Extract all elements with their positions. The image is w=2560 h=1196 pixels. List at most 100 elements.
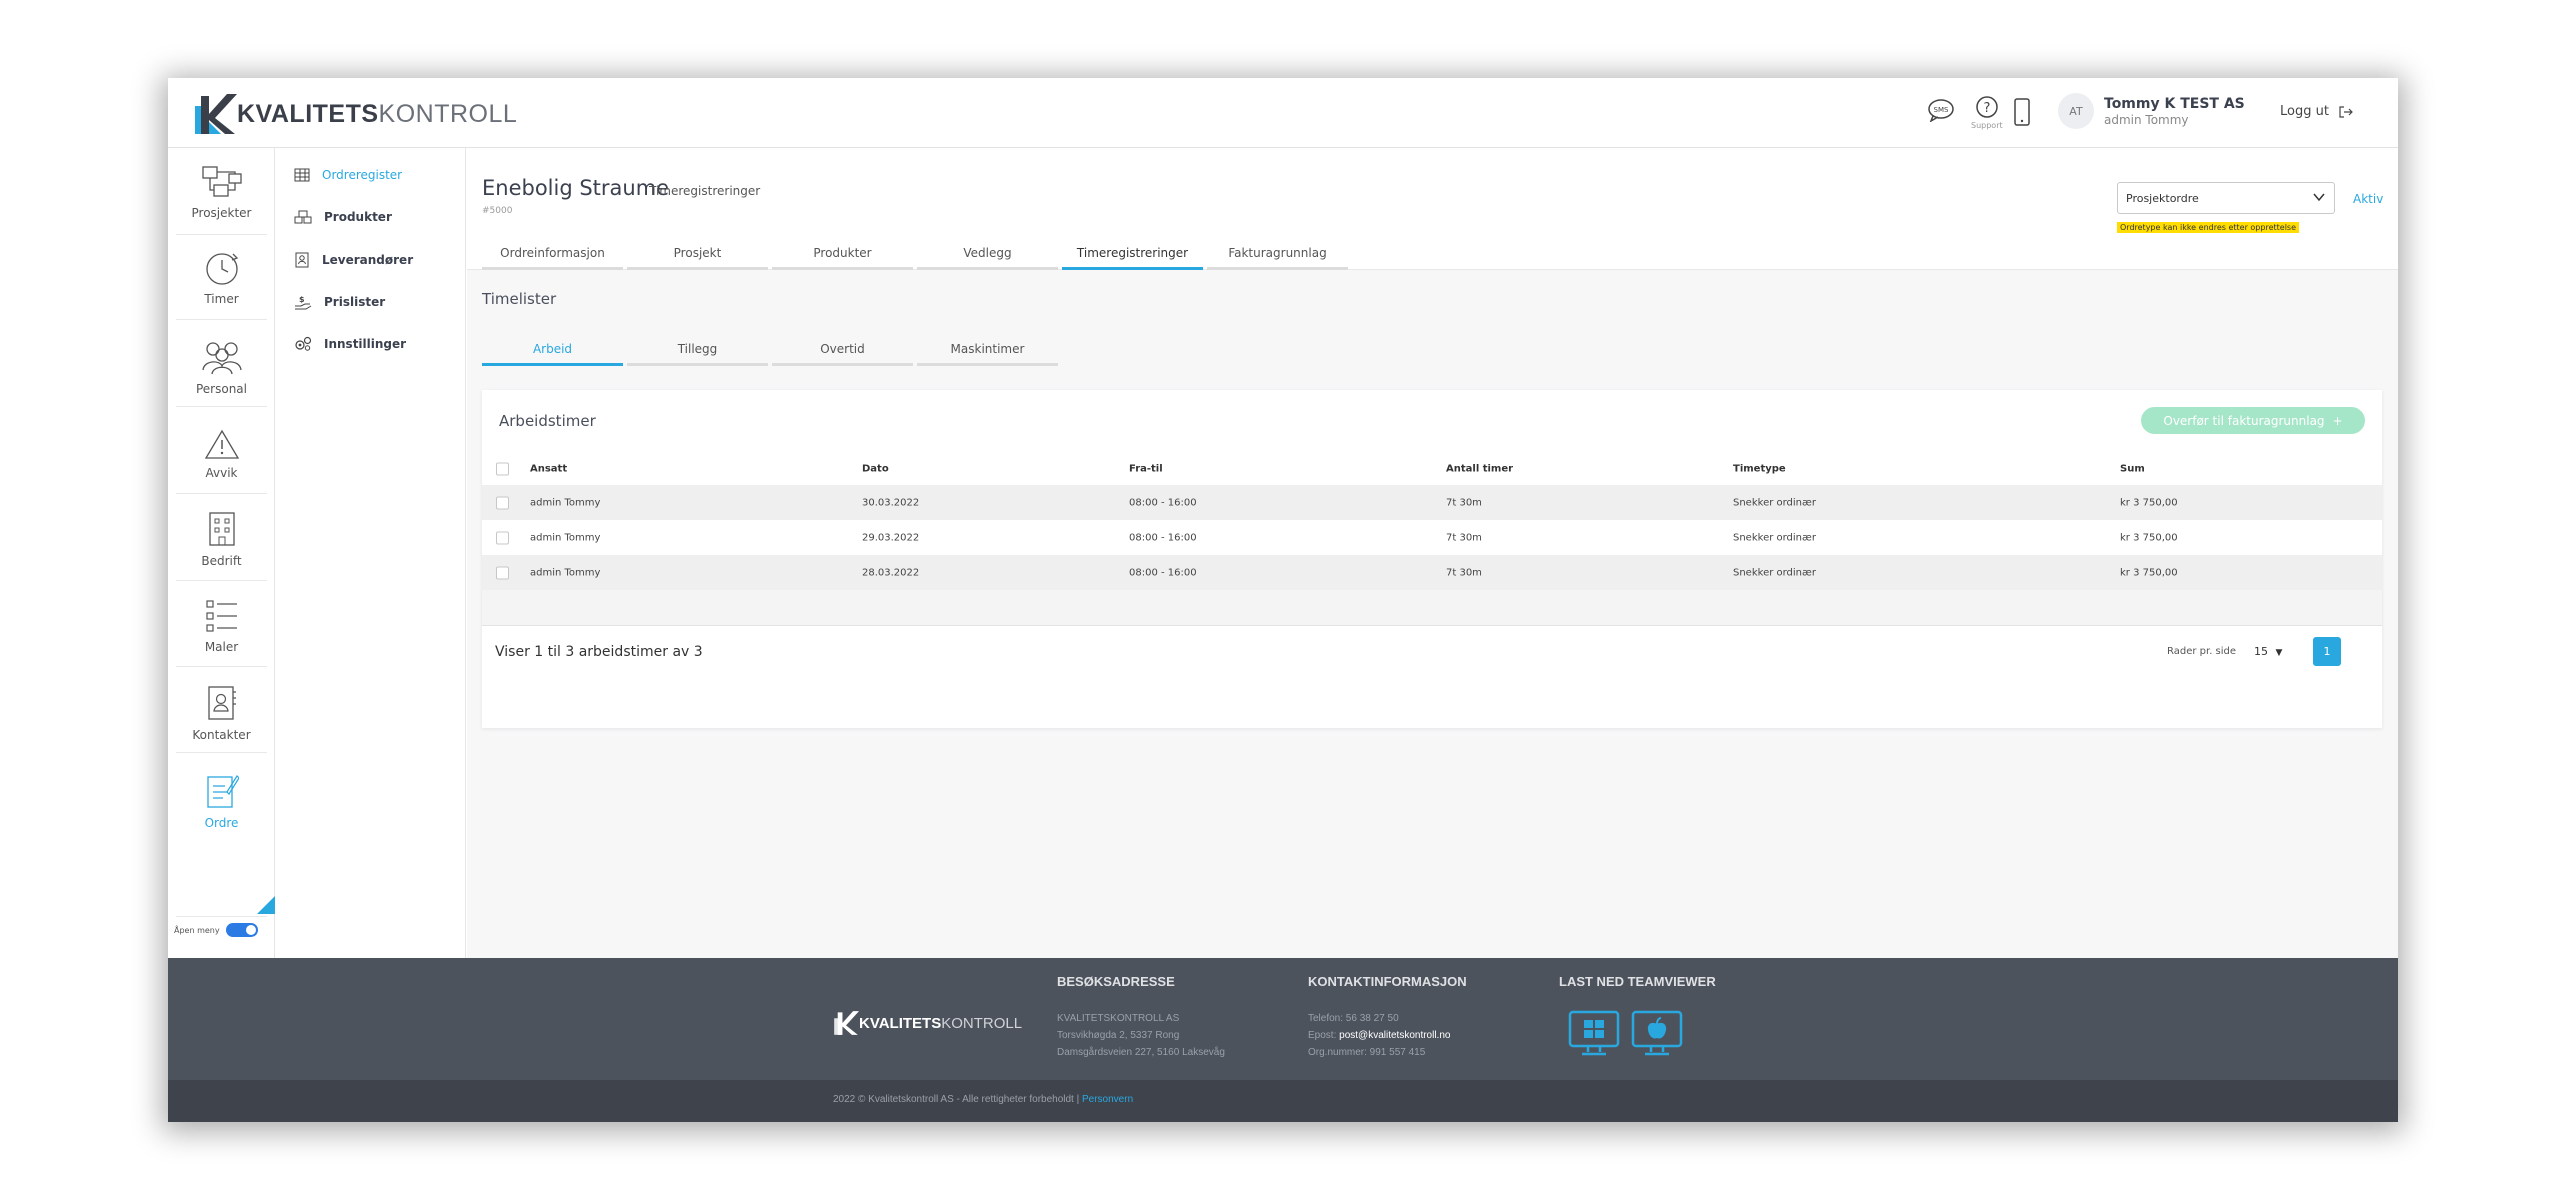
subtab-tillegg[interactable]: Tillegg — [627, 342, 768, 366]
org-number: Org.nummer: 991 557 415 — [1308, 1047, 1426, 1058]
subtab-arbeid[interactable]: Arbeid — [482, 342, 623, 366]
support-label: Support — [1971, 121, 2003, 130]
logout-button[interactable]: Logg ut — [2280, 104, 2353, 119]
table-row[interactable]: admin Tommy 30.03.2022 08:00 - 16:00 7t … — [482, 485, 2382, 520]
table-header: Ansatt Dato Fra-til Antall timer Timetyp… — [482, 458, 2382, 480]
cell-sum: kr 3 750,00 — [2120, 532, 2178, 543]
tab-ordreinformasjon[interactable]: Ordreinformasjon — [482, 244, 623, 270]
submenu-label: Ordreregister — [322, 168, 403, 182]
submenu-ordreregister[interactable]: Ordreregister — [294, 168, 402, 182]
cell-fra-til: 08:00 - 16:00 — [1129, 532, 1197, 543]
avatar: AT — [2058, 93, 2094, 129]
cell-fra-til: 08:00 - 16:00 — [1129, 497, 1197, 508]
row-checkbox[interactable] — [496, 566, 509, 579]
table-row[interactable]: admin Tommy 29.03.2022 08:00 - 16:00 7t … — [482, 520, 2382, 555]
logout-icon — [2339, 105, 2353, 118]
privacy-link[interactable]: Personvern — [1082, 1094, 1133, 1105]
row-checkbox[interactable] — [496, 531, 509, 544]
status-badge[interactable]: Aktiv — [2353, 192, 2383, 206]
user-menu[interactable]: AT Tommy K TEST AS admin Tommy — [2058, 93, 2245, 129]
rows-per-page-label: Rader pr. side — [2167, 646, 2237, 657]
windows-icon — [1568, 1010, 1620, 1056]
submenu-label: Prislister — [324, 295, 386, 309]
nav-avvik[interactable]: Avvik — [168, 428, 275, 480]
cell-timetype: Snekker ordinær — [1733, 497, 1816, 508]
cell-antall-timer: 7t 30m — [1446, 497, 1482, 508]
page-title: Enebolig Straume — [482, 176, 670, 200]
row-checkbox[interactable] — [496, 496, 509, 509]
visit-address: KVALITETSKONTROLL AS Torsvikhøgda 2, 533… — [1057, 1010, 1225, 1061]
nav-personal[interactable]: Personal — [168, 338, 275, 396]
people-icon — [201, 342, 242, 375]
clock-icon — [205, 253, 238, 285]
transfer-to-invoice-button[interactable]: Overfør til fakturagrunnlag + — [2141, 407, 2365, 434]
order-document-icon — [206, 775, 239, 808]
col-fra-til[interactable]: Fra-til — [1129, 464, 1163, 475]
tab-timeregistreringer[interactable]: Timeregistreringer — [1062, 244, 1203, 270]
support-button[interactable]: ? Support — [1971, 95, 2003, 130]
ordertype-warning: Ordretype kan ikke endres etter opprette… — [2117, 222, 2300, 233]
list-template-icon — [205, 600, 237, 632]
submenu-label: Leverandører — [322, 253, 414, 267]
footer-logo-bold: KVALITETS — [859, 1014, 942, 1032]
tab-produkter[interactable]: Produkter — [772, 244, 913, 270]
col-antall-timer[interactable]: Antall timer — [1446, 464, 1513, 475]
svg-text:SMS: SMS — [1934, 106, 1949, 114]
nav-maler[interactable]: Maler — [168, 598, 275, 654]
nav-prosjekter[interactable]: Prosjekter — [168, 164, 275, 220]
section-title: Timelister — [482, 290, 557, 308]
windows-download-button[interactable] — [1568, 1010, 1620, 1062]
nav-label: Bedrift — [201, 554, 242, 568]
sms-icon: SMS — [1928, 99, 1954, 123]
page-subtitle: Timeregistreringer — [649, 184, 761, 198]
subtab-maskintimer[interactable]: Maskintimer — [917, 342, 1058, 366]
sms-button[interactable]: SMS — [1927, 98, 1955, 126]
copyright-text: 2022 © Kvalitetskontroll AS - Alle retti… — [833, 1094, 1080, 1105]
rows-per-page-select[interactable]: 15 ▼ — [2254, 645, 2282, 658]
nav-label: Prosjekter — [191, 206, 252, 220]
col-timetype[interactable]: Timetype — [1733, 464, 1786, 475]
select-all-checkbox[interactable] — [496, 462, 509, 476]
ordertype-select[interactable]: Prosjektordre — [2117, 182, 2335, 214]
col-dato[interactable]: Dato — [862, 464, 889, 475]
nav-label: Timer — [204, 292, 239, 306]
col-sum[interactable]: Sum — [2120, 464, 2145, 475]
subtab-overtid[interactable]: Overtid — [772, 342, 913, 366]
sitemap-icon — [201, 166, 242, 197]
col-ansatt[interactable]: Ansatt — [530, 464, 567, 475]
nav-timer[interactable]: Timer — [168, 250, 275, 306]
submenu-produkter[interactable]: Produkter — [294, 210, 392, 224]
email-link[interactable]: post@kvalitetskontroll.no — [1339, 1030, 1450, 1041]
nav-label: Maler — [204, 640, 239, 654]
user-name: admin Tommy — [2104, 112, 2189, 127]
nav-kontakter[interactable]: Kontakter — [168, 684, 275, 742]
top-bar: KVALITETS KONTROLL SMS ? Support AT Tomm… — [168, 78, 2398, 148]
tab-prosjekt[interactable]: Prosjekt — [627, 244, 768, 270]
address-line: Torsvikhøgda 2, 5337 Rong — [1057, 1030, 1180, 1041]
visit-heading: BESØKSADRESSE — [1057, 974, 1175, 989]
address-line: Damsgårdsveien 227, 5160 Laksevåg — [1057, 1047, 1225, 1058]
nav-bedrift[interactable]: Bedrift — [168, 510, 275, 568]
brand-logo[interactable]: KVALITETS KONTROLL — [193, 92, 517, 136]
ordertype-value: Prosjektordre — [2126, 192, 2199, 205]
contact-heading: KONTAKTINFORMASJON — [1308, 974, 1467, 989]
nav-label: Avvik — [205, 466, 238, 480]
nav-ordre[interactable]: Ordre — [168, 772, 275, 830]
table-row[interactable]: admin Tommy 28.03.2022 08:00 - 16:00 7t … — [482, 555, 2382, 590]
footer-bottom — [168, 1080, 2398, 1122]
tab-vedlegg[interactable]: Vedlegg — [917, 244, 1058, 270]
submenu-prislister[interactable]: $ Prislister — [294, 294, 385, 310]
submenu-innstillinger[interactable]: Innstillinger — [294, 336, 406, 352]
footer-logo[interactable]: KVALITETS KONTROLL — [833, 1010, 1022, 1036]
transfer-label: Overfør til fakturagrunnlag — [2163, 413, 2325, 428]
toggle-switch[interactable] — [225, 923, 258, 937]
logout-label: Logg ut — [2280, 104, 2329, 119]
pagination-page-button[interactable]: 1 — [2313, 637, 2341, 666]
open-menu-toggle[interactable]: Åpen meny — [174, 923, 258, 937]
tab-fakturagrunnlag[interactable]: Fakturagrunnlag — [1207, 244, 1348, 270]
submenu-leverandorer[interactable]: Leverandører — [294, 252, 413, 268]
mobile-app-button[interactable] — [2013, 98, 2031, 130]
app-window: KVALITETS KONTROLL SMS ? Support AT Tomm… — [168, 78, 2398, 1122]
mac-download-button[interactable] — [1631, 1010, 1683, 1062]
main-nav-rail: Prosjekter Timer Personal Avvik Bedrift … — [168, 148, 275, 958]
